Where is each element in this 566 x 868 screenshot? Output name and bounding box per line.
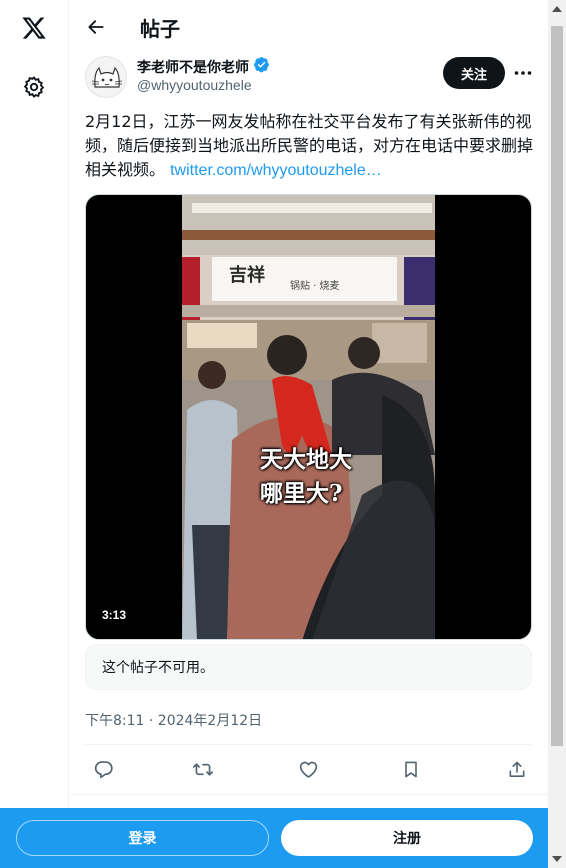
x-logo-icon[interactable]: [14, 8, 54, 48]
like-icon[interactable]: [293, 754, 323, 784]
author-name[interactable]: 李老师不是你老师: [137, 56, 270, 77]
caption-line-1: 天大地大: [260, 446, 352, 473]
video-frame: [182, 195, 435, 639]
video-caption: 天大地大 哪里大?: [260, 443, 352, 511]
shop-sign-subtext: 锅贴 · 烧麦: [290, 281, 340, 292]
post: 李老师不是你老师 @whyyoutouzhele 关注 2月12日，江苏一网友发…: [70, 54, 548, 795]
divider: [85, 744, 532, 745]
app-root: 帖子 李老师不是你老师 @whyyoutouzhele 关注 2月12日，江苏一…: [0, 0, 566, 868]
action-bar: [88, 754, 538, 784]
video-player[interactable]: 吉祥 锅贴 · 烧麦 天大地大 哪里大? 3:13: [85, 194, 532, 640]
left-nav: [0, 0, 69, 868]
page-title: 帖子: [140, 16, 180, 41]
author-name-text: 李老师不是你老师: [137, 59, 249, 76]
bookmark-icon[interactable]: [396, 754, 426, 784]
signup-button[interactable]: 注册: [281, 820, 533, 856]
follow-button[interactable]: 关注: [443, 57, 505, 89]
login-prompt-bar: 登录 注册: [0, 808, 548, 868]
page-header: 帖子: [70, 0, 548, 54]
video-duration: 3:13: [95, 606, 134, 624]
post-text: 2月12日，江苏一网友发帖称在社交平台发布了有关张新伟的视频，随后便接到当地派出…: [85, 110, 537, 183]
scroll-down-arrow-icon[interactable]: [552, 856, 562, 862]
unavailable-notice: 这个帖子不可用。: [85, 644, 532, 690]
scrollbar[interactable]: [548, 0, 566, 808]
scroll-up-arrow-icon[interactable]: [552, 6, 562, 12]
back-arrow-icon[interactable]: [76, 7, 116, 47]
login-button[interactable]: 登录: [16, 820, 269, 856]
caption-line-2: 哪里大?: [260, 480, 343, 507]
post-timestamp[interactable]: 下午8:11 · 2024年2月12日: [85, 710, 262, 730]
post-link[interactable]: twitter.com/whyyoutouzhele…: [170, 162, 382, 179]
reply-icon[interactable]: [88, 754, 118, 784]
author-row: 李老师不是你老师 @whyyoutouzhele 关注: [70, 54, 548, 102]
author-handle[interactable]: @whyyoutouzhele: [137, 77, 252, 93]
divider: [70, 794, 548, 795]
avatar[interactable]: [85, 56, 127, 98]
scrollbar-thumb[interactable]: [551, 26, 563, 746]
share-icon[interactable]: [502, 754, 532, 784]
repost-icon[interactable]: [188, 754, 218, 784]
scrollbar-track-bottom: [548, 808, 566, 868]
shop-sign-text: 吉祥: [229, 265, 265, 286]
verified-badge-icon: [253, 56, 270, 77]
more-options-icon[interactable]: [510, 60, 536, 86]
settings-gear-icon[interactable]: [14, 67, 54, 107]
